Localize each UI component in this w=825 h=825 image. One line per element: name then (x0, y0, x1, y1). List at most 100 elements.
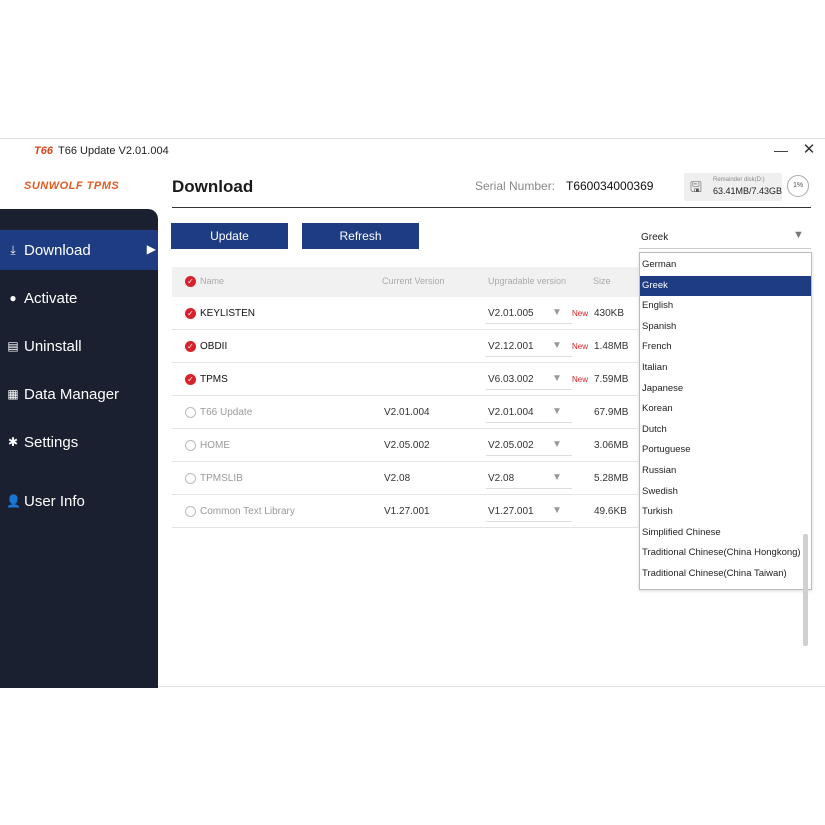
language-option[interactable]: English (640, 296, 811, 316)
language-option[interactable]: French (640, 337, 811, 357)
sidebar: ⤓ Download ▶ ● Activate ▤ Uninstall ▦ Da… (0, 209, 158, 688)
row-checkbox[interactable]: ✓ (185, 341, 196, 352)
table-row[interactable]: ✓ KEYLISTEN V2.01.005 ▼ New 430KB (172, 297, 638, 330)
language-option[interactable]: Turkish (640, 502, 811, 522)
table-header: ✓ Name Current Version Upgradable versio… (172, 267, 638, 297)
table-row[interactable]: ✓ TPMS V6.03.002 ▼ New 7.59MB (172, 363, 638, 396)
table-row[interactable]: T66 Update V2.01.004 V2.01.004 ▼ 67.9MB (172, 396, 638, 429)
row-version-value: V1.27.001 (488, 506, 534, 517)
minimize-button[interactable]: — (772, 141, 790, 159)
chevron-down-icon: ▼ (552, 439, 562, 450)
row-name: OBDII (200, 341, 228, 352)
row-size: 3.06MB (594, 440, 629, 451)
zoom-badge[interactable]: 1% (787, 175, 809, 197)
trash-icon: ▤ (7, 339, 19, 353)
language-option[interactable]: Korean (640, 399, 811, 419)
row-version-select[interactable]: V2.01.004 ▼ (486, 403, 572, 423)
table-row[interactable]: ✓ OBDII V2.12.001 ▼ New 1.48MB (172, 330, 638, 363)
title-bar: T66 T66 Update V2.01.004 — ✕ (0, 139, 825, 165)
language-option[interactable]: Dutch (640, 420, 811, 440)
row-version-value: V2.05.002 (488, 440, 534, 451)
language-option[interactable]: Traditional Chinese(China Hongkong) (640, 543, 811, 563)
row-version-select[interactable]: V2.08 ▼ (486, 469, 572, 489)
sidebar-item-activate[interactable]: ● Activate (0, 278, 158, 318)
sidebar-item-label: User Info (24, 492, 85, 510)
sidebar-item-uninstall[interactable]: ▤ Uninstall (0, 326, 158, 366)
disk-icon: 🖫 (690, 179, 702, 195)
language-option[interactable]: Portuguese (640, 440, 811, 460)
language-option[interactable]: Greek (640, 275, 811, 296)
refresh-button[interactable]: Refresh (302, 223, 419, 249)
sidebar-item-download[interactable]: ⤓ Download ▶ (0, 230, 158, 270)
dropdown-scrollbar[interactable] (803, 534, 808, 646)
chevron-down-icon: ▼ (552, 406, 562, 417)
language-dropdown-list: German Greek English Spanish French Italian Ja… (639, 252, 812, 590)
new-badge: New (572, 309, 589, 318)
language-select-value: Greek (641, 232, 669, 243)
row-name: T66 Update (200, 407, 253, 418)
language-option[interactable]: Spanish (640, 317, 811, 337)
row-version-select[interactable]: V2.12.001 ▼ (486, 337, 572, 357)
row-size: 5.28MB (594, 473, 629, 484)
row-checkbox[interactable] (185, 473, 196, 484)
chevron-down-icon: ▼ (552, 307, 562, 318)
language-option[interactable]: Simplified Chinese (640, 523, 811, 543)
clipboard-icon: ▦ (7, 387, 19, 401)
language-option[interactable]: Japanese (640, 379, 811, 399)
row-version-select[interactable]: V6.03.002 ▼ (486, 370, 572, 390)
sidebar-item-user-info[interactable]: 👤 User Info (0, 481, 158, 521)
row-size: 1.48MB (594, 341, 629, 352)
row-checkbox[interactable]: ✓ (185, 308, 196, 319)
brand-logo: SUNWOLF TPMS (24, 180, 120, 192)
storage-value: 63.41MB/7.43GB (713, 186, 783, 196)
header-divider (172, 207, 811, 208)
row-name: KEYLISTEN (200, 308, 256, 319)
close-button[interactable]: ✕ (800, 141, 818, 159)
row-size: 7.59MB (594, 374, 629, 385)
row-version-value: V2.01.005 (488, 308, 534, 319)
column-header-upgradable-version: Upgradable version (488, 276, 567, 286)
sidebar-item-label: Data Manager (24, 385, 120, 403)
row-checkbox[interactable] (185, 440, 196, 451)
table-row[interactable]: HOME V2.05.002 V2.05.002 ▼ 3.06MB (172, 429, 638, 462)
app-window: T66 T66 Update V2.01.004 — ✕ SUNWOLF TPM… (0, 138, 825, 688)
table-row[interactable]: TPMSLIB V2.08 V2.08 ▼ 5.28MB (172, 462, 638, 495)
row-version-select[interactable]: V2.01.005 ▼ (486, 304, 572, 324)
row-name: TPMSLIB (200, 473, 243, 484)
table-row[interactable]: Common Text Library V1.27.001 V1.27.001 ▼ 49… (172, 495, 638, 528)
row-current-version: V2.01.004 (384, 407, 430, 418)
language-option[interactable]: Italian (640, 358, 811, 378)
new-badge: New (572, 375, 589, 384)
row-version-value: V2.08 (488, 473, 515, 484)
row-name: TPMS (200, 374, 228, 385)
column-header-size: Size (593, 276, 611, 286)
row-version-select[interactable]: V1.27.001 ▼ (486, 502, 572, 522)
row-name: HOME (200, 440, 230, 451)
language-option[interactable]: German (640, 255, 811, 275)
download-icon: ⤓ (10, 242, 16, 257)
row-version-select[interactable]: V2.05.002 ▼ (486, 436, 572, 456)
sidebar-item-label: Settings (24, 433, 79, 451)
row-version-value: V2.01.004 (488, 407, 534, 418)
select-all-checkbox[interactable]: ✓ (185, 276, 196, 287)
row-checkbox[interactable] (185, 407, 196, 418)
page-title: Download (172, 177, 254, 196)
chevron-down-icon: ▼ (552, 505, 562, 516)
new-badge: New (572, 342, 589, 351)
row-version-value: V6.03.002 (488, 374, 534, 385)
sidebar-item-label: Activate (24, 289, 78, 307)
bulb-icon: ● (9, 291, 17, 305)
app-logo-icon: T66 (34, 145, 53, 157)
sidebar-item-settings[interactable]: ✱ Settings (0, 422, 158, 462)
update-button[interactable]: Update (171, 223, 288, 249)
language-select[interactable]: Greek ▼ (639, 223, 811, 249)
language-option[interactable]: Russian (640, 461, 811, 481)
language-option[interactable]: Traditional Chinese(China Taiwan) (640, 564, 811, 584)
row-checkbox[interactable]: ✓ (185, 374, 196, 385)
row-checkbox[interactable] (185, 506, 196, 517)
storage-label: Remainder disk(D:) (713, 177, 765, 183)
chevron-down-icon: ▼ (552, 373, 562, 384)
sidebar-item-data-manager[interactable]: ▦ Data Manager (0, 374, 158, 414)
language-option[interactable]: Swedish (640, 482, 811, 502)
row-size: 67.9MB (594, 407, 629, 418)
